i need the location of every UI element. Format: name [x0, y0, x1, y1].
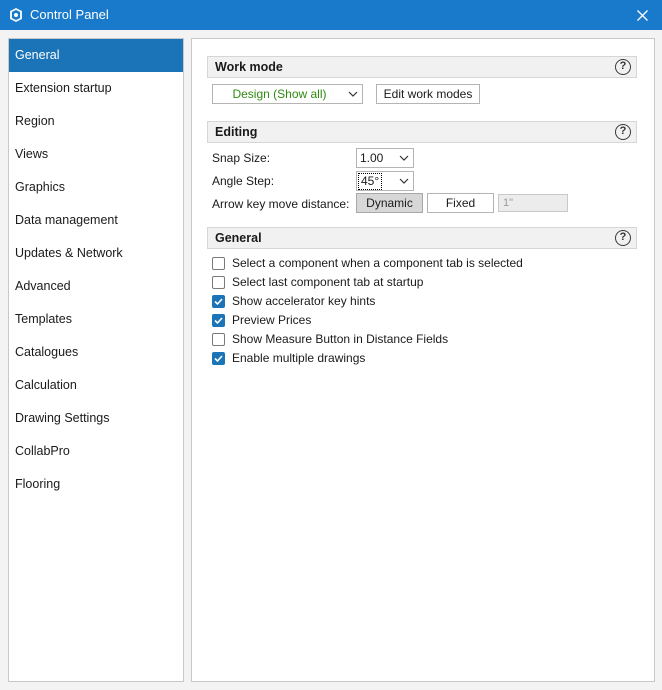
option-label: Show accelerator key hints [232, 294, 376, 308]
checkbox[interactable] [212, 332, 225, 346]
checkbox[interactable] [212, 351, 225, 365]
window-title: Control Panel [30, 7, 109, 22]
chevron-down-icon [399, 155, 409, 161]
sidebar-item-advanced[interactable]: Advanced [9, 270, 183, 303]
option-multiple-drawings[interactable]: Enable multiple drawings [212, 349, 365, 367]
sidebar-item-general[interactable]: General [9, 39, 183, 72]
option-measure-button[interactable]: Show Measure Button in Distance Fields [212, 330, 448, 348]
app-icon [10, 8, 22, 22]
option-label: Enable multiple drawings [232, 351, 366, 365]
checkbox[interactable] [212, 313, 225, 327]
snap-size-value: 1.00 [360, 151, 384, 165]
option-label: Select last component tab at startup [232, 275, 424, 289]
editing-header: Editing ? [207, 121, 637, 143]
general-header: General ? [207, 227, 637, 249]
arrow-key-distance-label: Arrow key move distance: [212, 197, 350, 211]
fixed-button[interactable]: Fixed [427, 193, 494, 213]
sidebar-item-templates[interactable]: Templates [9, 303, 183, 336]
sidebar-item-collabpro[interactable]: CollabPro [9, 435, 183, 468]
option-select-component-on-tab[interactable]: Select a component when a component tab … [212, 254, 523, 272]
title-bar: Control Panel [0, 0, 662, 30]
dynamic-button[interactable]: Dynamic [356, 193, 423, 213]
checkbox[interactable] [212, 294, 225, 308]
snap-size-label: Snap Size: [212, 151, 271, 165]
angle-step-value: 45° [357, 173, 383, 190]
editing-title: Editing [215, 125, 258, 139]
option-preview-prices[interactable]: Preview Prices [212, 311, 311, 329]
checkmark-icon [214, 354, 223, 362]
sidebar-item-data-management[interactable]: Data management [9, 204, 183, 237]
sidebar: General Extension startup Region Views G… [8, 38, 184, 682]
sidebar-item-catalogues[interactable]: Catalogues [9, 336, 183, 369]
sidebar-item-flooring[interactable]: Flooring [9, 468, 183, 501]
checkmark-icon [214, 316, 223, 324]
sidebar-item-views[interactable]: Views [9, 138, 183, 171]
help-icon[interactable]: ? [615, 230, 631, 246]
checkmark-icon [214, 297, 223, 305]
chevron-down-icon [348, 91, 358, 97]
work-mode-header: Work mode ? [207, 56, 637, 78]
option-label: Preview Prices [232, 313, 312, 327]
edit-work-modes-button[interactable]: Edit work modes [376, 84, 480, 104]
checkbox[interactable] [212, 275, 225, 289]
snap-size-select[interactable]: 1.00 [356, 148, 414, 168]
sidebar-item-graphics[interactable]: Graphics [9, 171, 183, 204]
sidebar-item-extension-startup[interactable]: Extension startup [9, 72, 183, 105]
help-icon[interactable]: ? [615, 124, 631, 140]
help-icon[interactable]: ? [615, 59, 631, 75]
angle-step-select[interactable]: 45° [356, 171, 414, 191]
angle-step-label: Angle Step: [212, 174, 275, 188]
general-title: General [215, 231, 262, 245]
option-label: Select a component when a component tab … [232, 256, 523, 270]
sidebar-item-region[interactable]: Region [9, 105, 183, 138]
option-accelerator-hints[interactable]: Show accelerator key hints [212, 292, 375, 310]
settings-panel: Work mode ? Design (Show all) Edit work … [191, 38, 655, 682]
sidebar-item-updates-network[interactable]: Updates & Network [9, 237, 183, 270]
sidebar-item-calculation[interactable]: Calculation [9, 369, 183, 402]
work-mode-value: Design (Show all) [232, 87, 327, 101]
work-mode-title: Work mode [215, 60, 283, 74]
work-mode-select[interactable]: Design (Show all) [212, 84, 363, 104]
option-select-last-tab[interactable]: Select last component tab at startup [212, 273, 423, 291]
option-label: Show Measure Button in Distance Fields [232, 332, 449, 346]
distance-field: 1" [498, 194, 568, 212]
sidebar-item-drawing-settings[interactable]: Drawing Settings [9, 402, 183, 435]
close-icon [636, 9, 648, 21]
chevron-down-icon [399, 178, 409, 184]
close-button[interactable] [622, 0, 662, 30]
checkbox[interactable] [212, 256, 225, 270]
